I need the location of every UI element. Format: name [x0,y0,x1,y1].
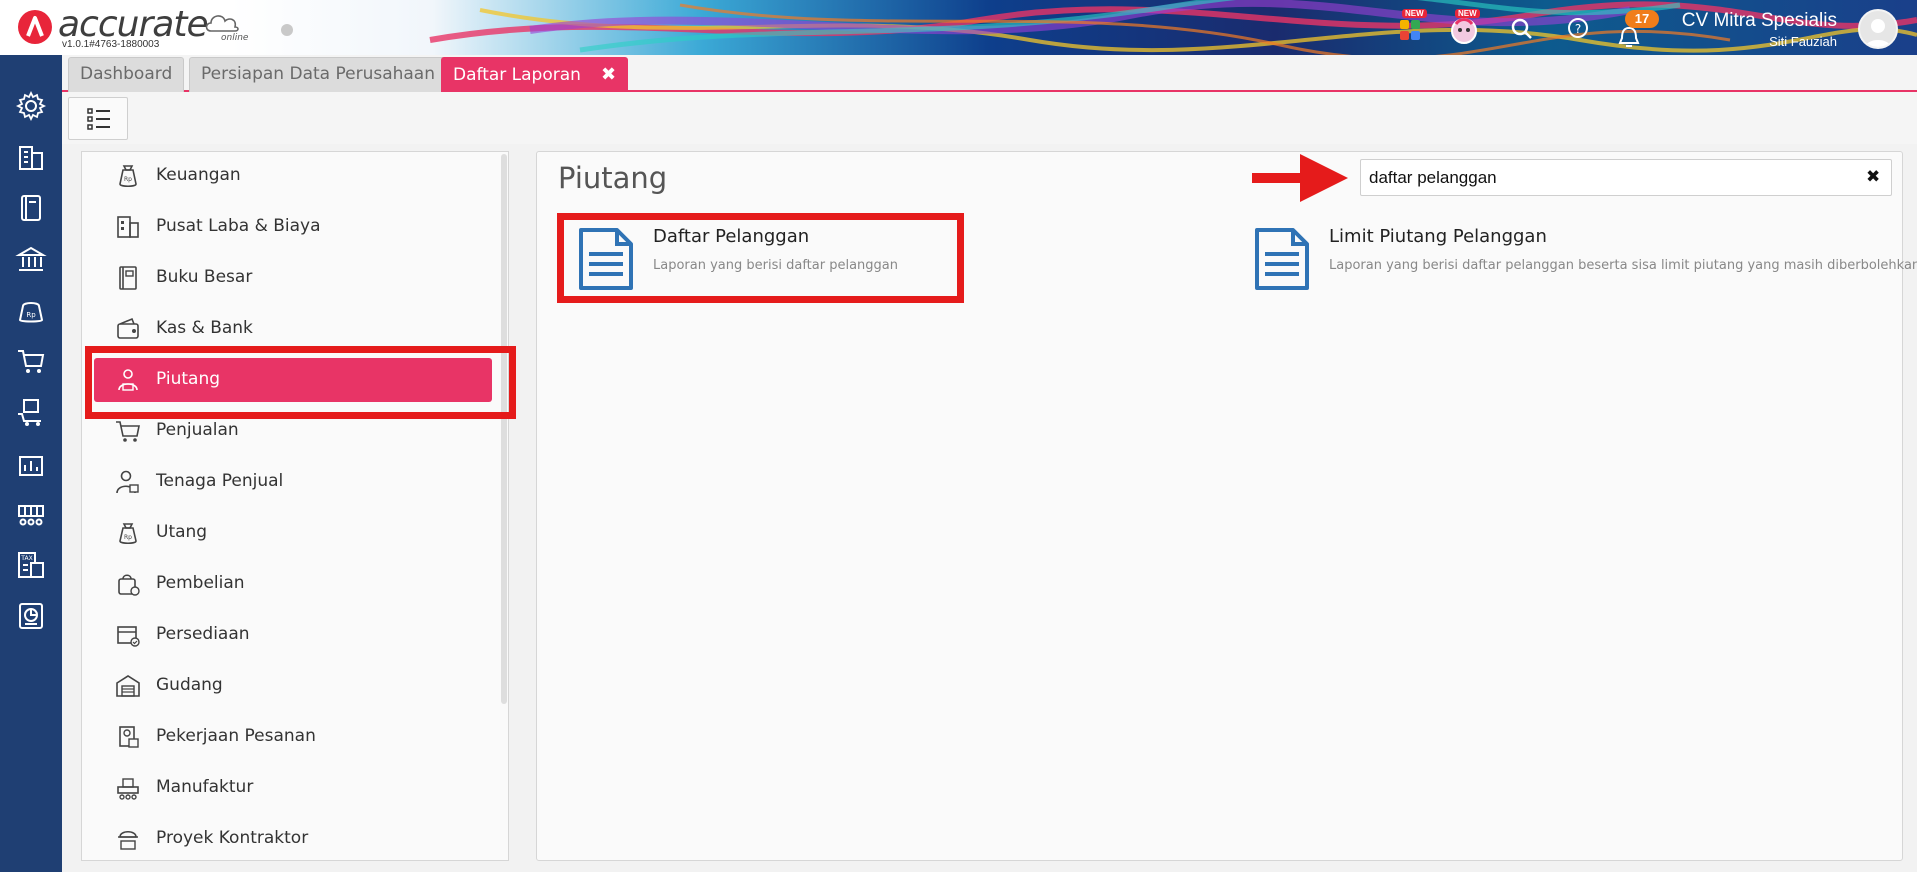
category-label: Pekerjaan Pesanan [156,726,316,746]
category-pekerjaan-pesanan[interactable]: Pekerjaan Pesanan [94,715,492,759]
purchase-bag-icon [118,574,140,596]
tab-label: Daftar Laporan [453,65,581,85]
document-icon [1255,228,1309,290]
list-toggle-button[interactable] [68,97,128,140]
category-label: Proyek Kontraktor [156,828,309,848]
scrollbar[interactable] [501,154,507,704]
category-label: Keuangan [156,165,241,185]
building-chart-icon [117,216,139,238]
search-input[interactable] [1369,166,1849,190]
annotation-highlight-box [557,213,964,303]
category-label: Tenaga Penjual [156,471,284,491]
category-label: Persediaan [156,624,250,644]
category-pusat-laba-biaya[interactable]: Pusat Laba & Biaya [94,205,492,249]
ledger-book-icon[interactable] [15,192,47,224]
app-header: accurate online v1.0.1#4763-1880003 NEW … [0,0,1917,55]
purchase-cart-icon[interactable] [15,396,47,428]
category-kas-bank[interactable]: Kas & Bank [94,307,492,351]
category-label: Kas & Bank [156,318,253,338]
version-label: v1.0.1#4763-1880003 [62,39,160,50]
svg-text:Rp: Rp [124,534,132,541]
warehouse-chart-icon[interactable] [15,447,47,479]
help-button[interactable]: ? [1562,12,1596,44]
close-icon[interactable]: ✖ [601,58,616,91]
category-utang[interactable]: Rp Utang [94,511,492,555]
assistant-button[interactable]: NEW [1447,9,1481,44]
status-dot [281,24,293,36]
category-buku-besar[interactable]: Buku Besar [94,256,492,300]
new-badge: NEW [1402,9,1427,18]
category-label: Gudang [156,675,223,695]
category-proyek-kontraktor[interactable]: Proyek Kontraktor [94,817,492,861]
category-label: Pembelian [156,573,245,593]
warehouse-icon [116,675,140,697]
report-category-list: Rp Keuangan Pusat Laba & Biaya Buku Besa… [81,151,509,861]
annotation-arrow-icon [1252,154,1348,202]
wallet-icon [117,317,139,339]
production-line-icon[interactable] [15,498,47,530]
svg-text:Rp: Rp [26,311,36,319]
category-keuangan[interactable]: Rp Keuangan [94,154,492,198]
tab-bar: Dashboard Persiapan Data Perusahaan Daft… [62,55,1917,92]
search-box[interactable]: ✖ [1360,159,1892,196]
salesperson-icon [116,470,139,494]
tax-calculator-icon[interactable]: TAX [15,549,47,581]
receivable-bag-icon[interactable]: Rp [15,294,47,326]
category-label: Utang [156,522,208,542]
report-chart-icon[interactable] [15,600,47,632]
report-description: Laporan yang berisi daftar pelanggan bes… [1329,258,1917,273]
tab-daftar-laporan[interactable]: Daftar Laporan ✖ [441,57,629,92]
notification-count-badge: 17 [1625,10,1659,28]
payable-bag-icon: Rp [119,523,137,545]
tab-dashboard[interactable]: Dashboard [68,57,185,92]
apps-grid-button[interactable]: NEW [1394,9,1428,44]
annotation-highlight-box [85,346,516,419]
inventory-box-icon [117,626,140,647]
company-building-icon[interactable] [15,141,47,173]
category-label: Penjualan [156,420,239,440]
contractor-project-icon [118,830,138,850]
new-badge: NEW [1455,9,1480,18]
category-label: Buku Besar [156,267,253,287]
logo-online-label: online [221,33,249,43]
search-icon [1511,18,1532,39]
toolbar [62,92,1917,144]
header-wave-art [230,0,1917,55]
report-limit-piutang-pelanggan[interactable]: Limit Piutang Pelanggan Laporan yang ber… [1251,226,1917,296]
company-name[interactable]: CV Mitra Spesialis [1682,10,1837,32]
gear-icon[interactable] [15,90,47,122]
module-rail: Rp TAX [0,55,62,872]
bank-icon[interactable] [15,243,47,275]
category-manufaktur[interactable]: Manufaktur [94,766,492,810]
category-pembelian[interactable]: Pembelian [94,562,492,606]
svg-text:?: ? [1575,22,1581,36]
logo-mark-icon [18,10,52,44]
money-bag-icon: Rp [119,165,137,188]
category-persediaan[interactable]: Persediaan [94,613,492,657]
shopping-cart-icon[interactable] [15,345,47,377]
category-label: Manufaktur [156,777,254,797]
clear-search-icon[interactable]: ✖ [1866,167,1880,187]
report-title: Limit Piutang Pelanggan [1329,226,1547,247]
factory-icon [117,778,139,800]
shopping-cart-icon [116,421,140,442]
category-tenaga-penjual[interactable]: Tenaga Penjual [94,460,492,504]
svg-text:Rp: Rp [124,176,132,183]
category-label: Pusat Laba & Biaya [156,216,321,236]
svg-text:TAX: TAX [20,555,32,562]
list-icon [87,108,110,130]
cloud-icon [205,15,239,32]
search-button[interactable] [1505,12,1539,44]
user-name: Siti Fauziah [1769,34,1837,49]
page-title: Piutang [558,161,668,195]
category-gudang[interactable]: Gudang [94,664,492,708]
ledger-book-icon [119,266,137,290]
help-icon: ? [1568,18,1588,38]
avatar[interactable] [1858,9,1898,49]
order-job-icon [119,726,139,748]
tab-persiapan-data-perusahaan[interactable]: Persiapan Data Perusahaan [189,57,447,92]
